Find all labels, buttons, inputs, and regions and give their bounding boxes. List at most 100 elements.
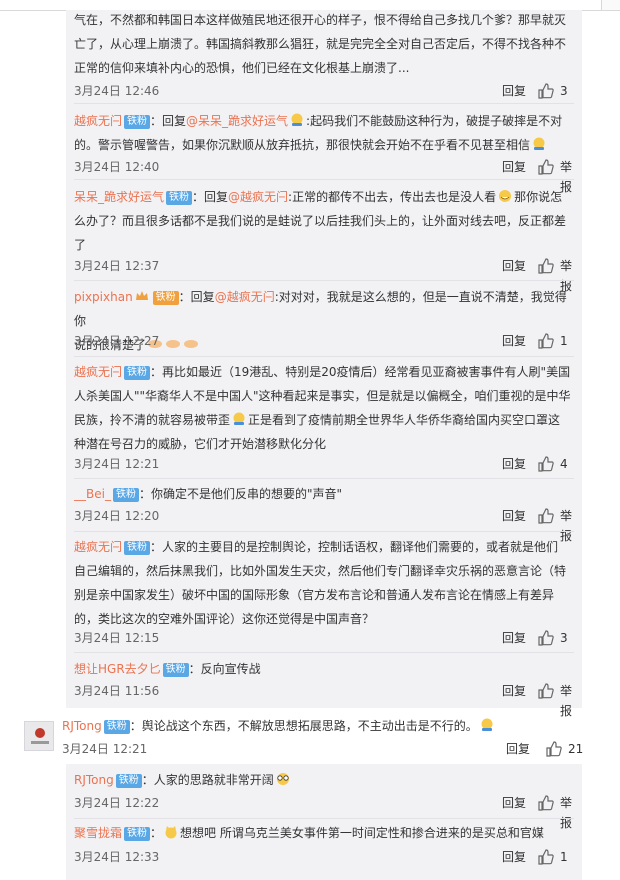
fan-badge: 铁粉 (115, 774, 142, 788)
reply-button[interactable]: 回复 (502, 847, 526, 867)
username-link[interactable]: __Bei_ (74, 487, 111, 501)
comment-meta: 3月24日 12:37 回复 举报 (74, 256, 574, 293)
comment-line: 民族，拎不清的就容易被带歪 (74, 413, 231, 427)
like-button[interactable]: 3 (538, 628, 574, 648)
reply-button[interactable]: 回复 (502, 256, 526, 276)
fan-badge: 铁粉 (124, 115, 151, 129)
mention-link[interactable]: @呆呆_跪求好运气 (186, 114, 288, 128)
comment-line: 别是亲中国家发生）破坏中国的国际形象（官方发布言论和普通人发布言论在情感上有差异 (74, 588, 555, 602)
comment-text: 越疯无闩 铁粉 ：回复@呆呆_跪求好运气:起码我们不能鼓励这种行为，破提子破摔是不对… (74, 109, 574, 157)
like-button[interactable]: 1 (538, 331, 574, 351)
like-count: 21 (568, 742, 584, 756)
reply-button[interactable]: 回复 (502, 506, 526, 526)
reply-button[interactable]: 回复 (502, 793, 526, 813)
like-count: 4 (560, 457, 568, 471)
thumbs-up-icon (538, 795, 554, 811)
comment-time: 3月24日 12:21 (74, 457, 160, 471)
comment-line: 么办了？而且很多话都不是我们说的是蛙说了以后挂我们头上的，让外面对线去吧，反正都… (74, 214, 567, 228)
username-link[interactable]: 想让HGR去夕匕 (74, 662, 161, 676)
comment-meta: 3月24日 11:56 回复 举报 (74, 681, 574, 718)
comment-line: 自己编辑的，然后抹黑我们，比如外国发生天灾，然后他们专门翻译幸灾乐祸的恶意言论（… (74, 564, 567, 578)
like-button[interactable]: 举报 (538, 506, 574, 543)
username-link[interactable]: 越疯无闩 (74, 365, 122, 379)
comment-line: ：舆论战这个东西，不解放思想拓展思路，不主动出击是不行的。 (129, 719, 478, 733)
comment-item: RJTong 铁粉 ：舆论战这个东西，不解放思想拓展思路，不主动出击是不行的。 3月… (62, 714, 583, 757)
like-button[interactable]: 1 (538, 847, 574, 867)
like-button[interactable]: 举报 (538, 681, 574, 718)
reply-button[interactable]: 回复 (502, 331, 526, 351)
reply-button[interactable]: 回复 (502, 454, 526, 474)
comment-text: 气在，不然都和韩国日本这样做殖民地还很开心的样子，恨不得给自己多找几个爹？那早就… (74, 8, 574, 80)
scroll-corner (601, 0, 620, 10)
comment-item: RJTong 铁粉 ：人家的思路就非常开阔 3月24日 12:22 回复 举报 (74, 768, 574, 830)
reply-button[interactable]: 回复 (502, 628, 526, 648)
comment-time: 3月24日 12:37 (74, 259, 160, 273)
reply-button[interactable]: 回复 (506, 739, 530, 759)
comment-time: 3月24日 12:20 (74, 509, 160, 523)
smile-emoji-icon (481, 718, 493, 731)
comment-meta: 3月24日 12:33 回复 1 (74, 847, 574, 867)
comment-text: RJTong 铁粉 ：人家的思路就非常开阔 (74, 768, 574, 792)
comment-meta: 3月24日 12:22 回复 举报 (74, 793, 574, 830)
fan-badge: 铁粉 (112, 488, 139, 502)
username-link[interactable]: RJTong (62, 719, 102, 733)
username-link[interactable]: pixpixhan (74, 290, 133, 304)
comment-time: 3月24日 11:56 (74, 684, 160, 698)
comment-line: 了 (74, 238, 87, 252)
divider (74, 280, 574, 281)
like-button[interactable]: 21 (546, 739, 584, 759)
fan-badge: 铁粉 (162, 663, 189, 677)
like-button[interactable]: 3 (538, 81, 574, 101)
fan-badge: 铁粉 (103, 720, 130, 734)
comment-item: 越疯无闩 铁粉 ：回复@呆呆_跪求好运气:起码我们不能鼓励这种行为，破提子破摔是不对… (74, 109, 574, 194)
like-button[interactable]: 举报 (538, 256, 574, 293)
comment-item: 越疯无闩 铁粉 ：再比如最近（19港乱、特别是20疫情后）经常看见亚裔被害事件有人刷… (74, 360, 574, 472)
comment-line: :正常的都传不出去，传出去也是没人看 (288, 190, 497, 204)
comment-time: 3月24日 12:21 (62, 742, 148, 756)
comment-time: 3月24日 12:27 (74, 334, 160, 348)
comment-line: ：再比如最近（19港乱、特别是20疫情后）经常看见亚裔被害事件有人刷"美国 (150, 365, 571, 379)
glasses-emoji-icon (276, 773, 289, 785)
reply-button[interactable]: 回复 (502, 157, 526, 177)
comment-line: 那你说怎 (514, 190, 563, 204)
like-button[interactable]: 举报 (538, 157, 574, 194)
comment-line: ：反向宣传战 (188, 662, 261, 676)
thumbs-up-icon (546, 741, 562, 757)
comment-item: 想让HGR去夕匕 铁粉 ：反向宣传战 3月24日 11:56 回复 举报 (74, 657, 574, 718)
divider (74, 652, 574, 653)
comment-line: 想想吧 所谓乌克兰美女事件第一时间定性和掺合进来的是买总和官媒 (180, 826, 544, 840)
username-link[interactable]: 呆呆_跪求好运气 (74, 190, 164, 204)
comment-meta: 3月24日 12:21 回复 21 (62, 739, 584, 759)
comment-meta: 3月24日 12:21 回复 4 (74, 454, 574, 474)
like-button[interactable]: 举报 (538, 793, 574, 830)
username-link[interactable]: RJTong (74, 773, 114, 787)
thumbs-up-icon (538, 508, 554, 524)
comment-text: 越疯无闩 铁粉 ：人家的主要目的是控制舆论，控制话语权，翻译他们需要的，或者就是他们… (74, 535, 574, 631)
divider (74, 531, 574, 532)
comment-meta: 3月24日 12:20 回复 举报 (74, 506, 574, 543)
mention-link[interactable]: @越疯无闩 (215, 290, 275, 304)
like-button[interactable]: 4 (538, 454, 574, 474)
comment-line: ：你确定不是他们反串的想要的"声音" (138, 487, 342, 501)
comment-item: 呆呆_跪求好运气 铁粉 ：回复@越疯无闩:正常的都传不出去，传出去也是没人看 那你说怎… (74, 185, 574, 293)
comment-meta: 3月24日 12:27 回复 1 (74, 331, 574, 351)
divider (74, 356, 574, 357)
comment-text: 呆呆_跪求好运气 铁粉 ：回复@越疯无闩:正常的都传不出去，传出去也是没人看 那你说怎… (74, 185, 574, 257)
username-link[interactable]: 越疯无闩 (74, 540, 122, 554)
reply-button[interactable]: 回复 (502, 81, 526, 101)
username-link[interactable]: 越疯无闩 (74, 114, 122, 128)
thumbs-up-icon (538, 333, 554, 349)
thumbs-up-icon (538, 456, 554, 472)
reply-prefix: ：回复 (178, 290, 215, 304)
reply-button[interactable]: 回复 (502, 681, 526, 701)
avatar-caption (31, 741, 49, 744)
smile-emoji-icon (533, 137, 545, 150)
laugh-emoji-icon (499, 190, 512, 202)
comment-time: 3月24日 12:40 (74, 160, 160, 174)
avatar[interactable] (24, 721, 54, 751)
username-link[interactable]: 聚雪拢霜 (74, 826, 122, 840)
comment-item: pixpixhan 铁粉 ：回复@越疯无闩:对对对，我就是这么想的，但是一直说不清楚… (74, 285, 574, 357)
mention-link[interactable]: @越疯无闩 (228, 190, 288, 204)
comment-text: RJTong 铁粉 ：舆论战这个东西，不解放思想拓展思路，不主动出击是不行的。 (62, 714, 582, 738)
divider (74, 179, 574, 180)
